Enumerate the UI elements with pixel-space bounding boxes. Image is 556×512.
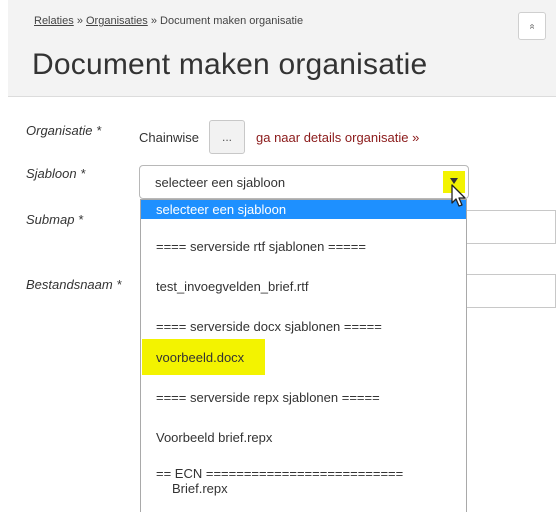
sjabloon-label: Sjabloon * <box>26 166 86 181</box>
submap-label: Submap * <box>26 212 84 227</box>
select-organisatie-button[interactable]: ... <box>209 120 245 154</box>
submap-input[interactable] <box>466 210 556 244</box>
organisatie-value: Chainwise <box>139 130 199 145</box>
breadcrumb-separator: » <box>150 15 157 27</box>
sjabloon-dropdown-list[interactable]: selecteer een sjabloon ==== serverside r… <box>140 199 467 512</box>
dropdown-option[interactable]: Brief.repx <box>141 481 466 496</box>
mouse-cursor-icon <box>451 184 466 207</box>
dropdown-option[interactable]: Voorbeeld brief.repx <box>141 430 466 445</box>
breadcrumb-relaties-link[interactable]: Relaties <box>34 15 74 27</box>
double-chevron-up-icon: » <box>526 23 538 29</box>
breadcrumb-current: Document maken organisatie <box>160 15 304 27</box>
breadcrumb-separator: » <box>76 15 83 27</box>
collapse-header-button[interactable]: » <box>518 12 546 40</box>
sjabloon-select-value: selecteer een sjabloon <box>155 175 286 190</box>
dropdown-option[interactable]: test_invoegvelden_brief.rtf <box>141 279 466 294</box>
dropdown-option[interactable]: ==== serverside repx sjablonen ===== <box>141 390 466 405</box>
bestandsnaam-label: Bestandsnaam * <box>26 277 122 292</box>
breadcrumb: Relaties » Organisaties » Document maken… <box>34 15 303 27</box>
dropdown-option[interactable]: selecteer een sjabloon <box>141 200 466 219</box>
page-header: Relaties » Organisaties » Document maken… <box>8 0 556 97</box>
page-title: Document maken organisatie <box>32 48 428 81</box>
dropdown-option[interactable]: voorbeeld.docx <box>141 350 466 365</box>
organisatie-label: Organisatie * <box>26 123 102 138</box>
breadcrumb-organisaties-link[interactable]: Organisaties <box>86 15 148 27</box>
dropdown-option[interactable]: ==== serverside rtf sjablonen ===== <box>141 239 466 254</box>
page: Relaties » Organisaties » Document maken… <box>0 0 556 512</box>
dropdown-option[interactable]: ==== serverside docx sjablonen ===== <box>141 319 466 334</box>
sjabloon-select[interactable]: selecteer een sjabloon <box>139 165 469 199</box>
dropdown-option[interactable]: == ECN ========================== <box>141 466 466 481</box>
bestandsnaam-input[interactable] <box>466 274 556 308</box>
details-organisatie-link[interactable]: ga naar details organisatie » <box>256 130 419 145</box>
